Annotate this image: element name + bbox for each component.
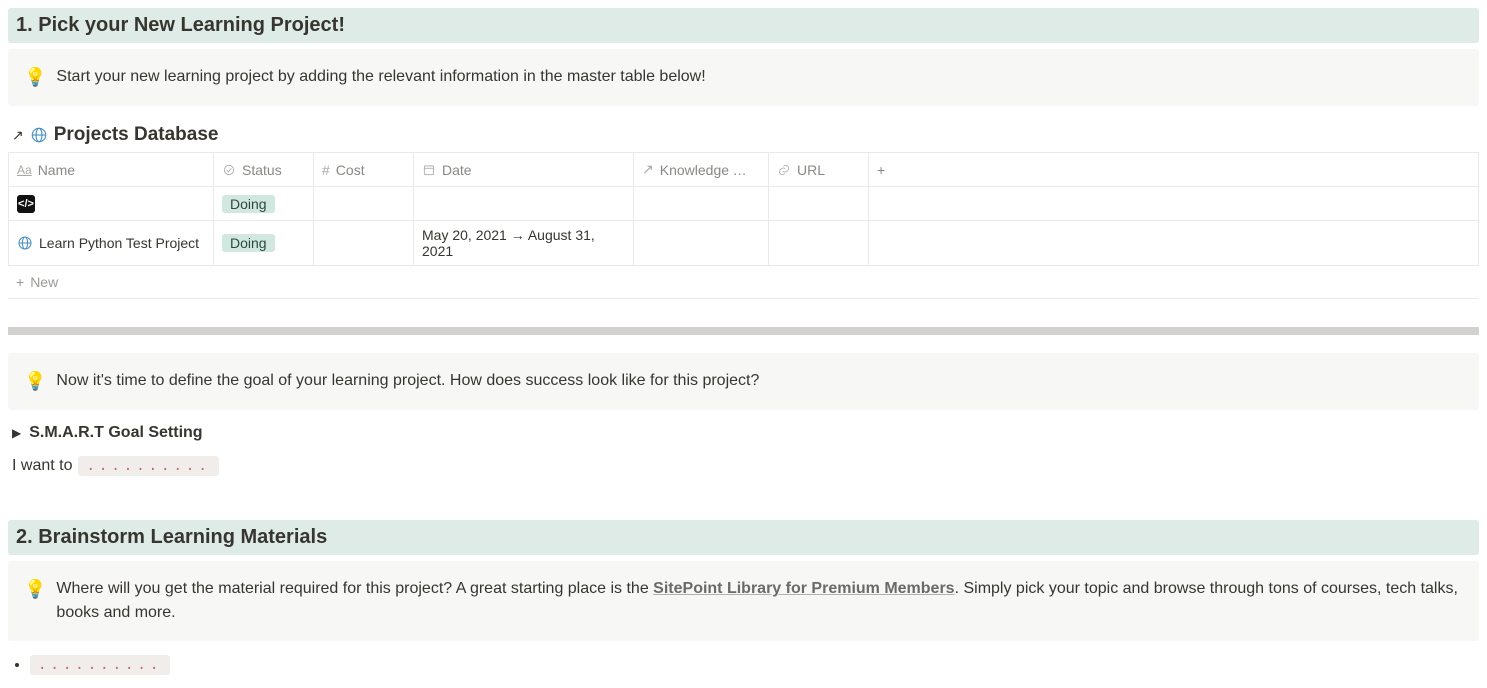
plus-icon: + [16, 274, 24, 290]
callout-goal-text: Now it's time to define the goal of your… [56, 369, 759, 393]
arrow-upright-icon: ↗ [12, 127, 24, 144]
list-item[interactable]: .......... [30, 653, 1479, 677]
cell-url[interactable] [769, 187, 869, 221]
cell-url[interactable] [769, 221, 869, 266]
cell-cost[interactable] [314, 221, 414, 266]
smart-goal-toggle[interactable]: ▶ S.M.A.R.T Goal Setting [8, 420, 1479, 446]
goal-placeholder[interactable]: .......... [78, 456, 218, 476]
plus-icon: + [877, 162, 885, 178]
relation-property-icon: ↗ [642, 161, 654, 178]
url-property-icon [777, 163, 791, 177]
smart-goal-label: S.M.A.R.T Goal Setting [29, 424, 202, 442]
section-2-heading-block: 2. Brainstorm Learning Materials [8, 520, 1479, 555]
database-title: Projects Database [54, 124, 219, 146]
select-property-icon [222, 163, 236, 177]
new-row-label: New [30, 274, 58, 290]
database-title-row[interactable]: ↗ Projects Database [8, 124, 1479, 146]
status-tag: Doing [222, 195, 275, 213]
column-header-name[interactable]: Aa Name [9, 153, 214, 187]
materials-bullet-list: .......... [8, 653, 1479, 677]
column-header-cost[interactable]: # Cost [314, 153, 414, 187]
cell-knowledge[interactable] [634, 221, 769, 266]
text-property-icon: Aa [17, 163, 32, 177]
column-header-date[interactable]: Date [414, 153, 634, 187]
cell-empty[interactable] [869, 187, 1479, 221]
table-row[interactable]: Learn Python Test Project Doing May 20, … [9, 221, 1479, 266]
callout-goal: 💡 Now it's time to define the goal of yo… [8, 353, 1479, 410]
cell-empty[interactable] [869, 221, 1479, 266]
section-1-heading: 1. Pick your New Learning Project! [16, 14, 1471, 37]
section-divider [8, 327, 1479, 335]
callout-pick-project: 💡 Start your new learning project by add… [8, 49, 1479, 106]
column-header-status[interactable]: Status [214, 153, 314, 187]
triangle-right-icon: ▶ [12, 426, 21, 440]
callout-materials: 💡 Where will you get the material requir… [8, 561, 1479, 641]
cell-date[interactable] [414, 187, 634, 221]
projects-table: Aa Name Status # Cost Date [8, 152, 1479, 266]
bulb-icon: 💡 [24, 369, 46, 394]
bulb-icon: 💡 [24, 65, 46, 90]
number-property-icon: # [322, 162, 330, 178]
row-name-text: Learn Python Test Project [39, 235, 199, 251]
date-property-icon [422, 163, 436, 177]
globe-icon [30, 126, 48, 144]
cell-date[interactable]: May 20, 2021 → August 31, 2021 [414, 221, 634, 266]
page-icon-dark: </> [17, 195, 35, 213]
sitepoint-link[interactable]: SitePoint Library for Premium Members [653, 580, 954, 597]
goal-input-line[interactable]: I want to .......... [8, 452, 1479, 480]
material-placeholder[interactable]: .......... [30, 655, 170, 675]
cell-cost[interactable] [314, 187, 414, 221]
status-tag: Doing [222, 234, 275, 252]
cell-knowledge[interactable] [634, 187, 769, 221]
callout-pick-project-text: Start your new learning project by addin… [56, 65, 705, 89]
bulb-icon: 💡 [24, 577, 46, 602]
column-add[interactable]: + [869, 153, 1479, 187]
globe-icon [17, 235, 33, 251]
goal-prefix: I want to [12, 457, 72, 475]
column-header-url[interactable]: URL [769, 153, 869, 187]
callout-materials-text: Where will you get the material required… [56, 577, 1463, 625]
table-row[interactable]: </> Doing [9, 187, 1479, 221]
section-2-heading: 2. Brainstorm Learning Materials [16, 526, 1471, 549]
section-1-heading-block: 1. Pick your New Learning Project! [8, 8, 1479, 43]
new-row-button[interactable]: + New [8, 266, 1479, 299]
column-header-knowledge[interactable]: ↗ Knowledge T… [634, 153, 769, 187]
